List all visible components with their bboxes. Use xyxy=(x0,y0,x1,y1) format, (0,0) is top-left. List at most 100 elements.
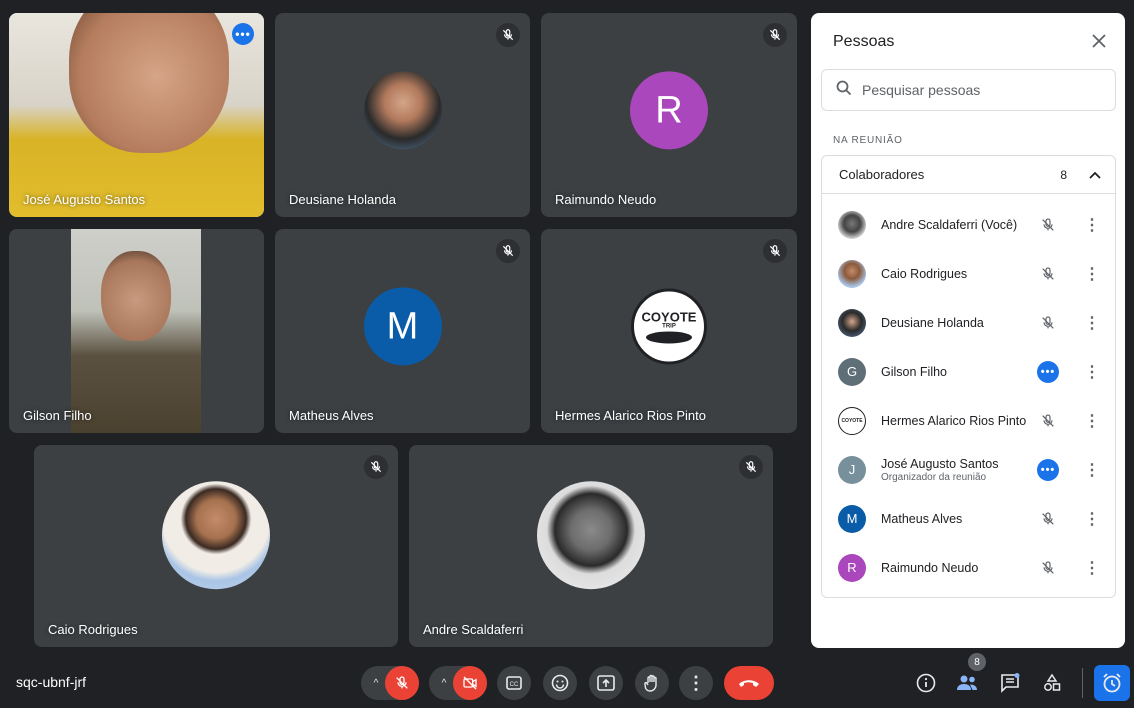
person-name: Gilson Filho xyxy=(881,364,947,379)
camera-control: ^ xyxy=(429,666,487,700)
more-vert-icon[interactable]: ⋮ xyxy=(1083,459,1101,481)
people-panel: Pessoas NA REUNIÃO Colaboradores 8 Andre… xyxy=(811,13,1125,648)
tile-deusiane-holanda[interactable]: Deusiane Holanda xyxy=(275,13,530,217)
list-item[interactable]: COYOTE Hermes Alarico Rios Pinto ⋮ xyxy=(822,396,1115,445)
captions-button[interactable]: CC xyxy=(497,666,531,700)
tile-name: Raimundo Neudo xyxy=(555,192,657,207)
search-box xyxy=(821,69,1116,111)
emoji-icon[interactable] xyxy=(543,666,577,700)
more-vert-icon[interactable]: ⋮ xyxy=(1083,410,1101,432)
collaborators-header[interactable]: Colaboradores 8 xyxy=(822,156,1115,194)
more-vert-icon[interactable]: ⋮ xyxy=(1083,557,1101,579)
info-icon[interactable] xyxy=(911,668,941,698)
letter-avatar: R xyxy=(838,553,866,582)
people-icon[interactable] xyxy=(952,668,982,698)
chevron-up-icon[interactable]: ^ xyxy=(435,678,453,689)
list-item[interactable]: G Gilson Filho ••• ⋮ xyxy=(822,347,1115,396)
tile-name: José Augusto Santos xyxy=(23,192,146,207)
more-vert-icon[interactable]: ⋮ xyxy=(1083,361,1101,383)
letter-avatar: G xyxy=(838,357,866,386)
person-role: Organizador da reunião xyxy=(881,471,987,483)
close-icon[interactable] xyxy=(1087,29,1111,53)
mic-off-icon xyxy=(1037,410,1059,432)
meeting-code: sqc-ubnf-jrf xyxy=(16,674,87,690)
participant-photo xyxy=(162,481,270,590)
tile-gilson-filho[interactable]: Gilson Filho xyxy=(9,229,264,433)
captions-icon[interactable]: CC xyxy=(497,666,531,700)
participant-video xyxy=(9,13,264,217)
list-item[interactable]: M Matheus Alves ⋮ xyxy=(822,494,1115,543)
activities-icon[interactable] xyxy=(1037,668,1067,698)
chat-icon[interactable] xyxy=(995,668,1025,698)
chevron-up-icon[interactable] xyxy=(1089,167,1101,182)
participant-photo xyxy=(363,71,442,150)
list-item[interactable]: Deusiane Holanda ⋮ xyxy=(822,298,1115,347)
svg-text:CC: CC xyxy=(510,682,519,688)
tile-name: Caio Rodrigues xyxy=(48,622,138,637)
coyote-logo: COYOTE xyxy=(838,406,866,435)
tile-jose-augusto-santos[interactable]: ••• José Augusto Santos xyxy=(9,13,264,217)
present-button[interactable] xyxy=(589,666,623,700)
person-name: Deusiane Holanda xyxy=(881,315,984,330)
hand-icon[interactable] xyxy=(635,666,669,700)
mic-off-icon xyxy=(1037,312,1059,334)
mic-off-icon xyxy=(1037,557,1059,579)
leave-call-button[interactable] xyxy=(724,666,774,700)
tile-hermes-alarico-rios-pinto[interactable]: COYOTE TRIP Hermes Alarico Rios Pinto xyxy=(541,229,797,433)
present-icon[interactable] xyxy=(589,666,623,700)
hang-up-icon[interactable] xyxy=(724,666,774,700)
tile-matheus-alves[interactable]: M Matheus Alves xyxy=(275,229,530,433)
letter-avatar: R xyxy=(630,71,708,150)
mic-off-icon xyxy=(1037,214,1059,236)
tile-name: Hermes Alarico Rios Pinto xyxy=(555,408,706,423)
person-name: Andre Scaldaferri (Você) xyxy=(881,217,1018,232)
more-vert-icon[interactable]: ⋮ xyxy=(1083,508,1101,530)
mic-off-icon xyxy=(1037,508,1059,530)
avatar xyxy=(838,259,866,288)
camera-toggle-button[interactable] xyxy=(453,666,487,700)
participant-video xyxy=(71,229,201,433)
mic-off-icon xyxy=(1037,263,1059,285)
more-vert-icon[interactable]: ⋮ xyxy=(1083,263,1101,285)
list-item[interactable]: Caio Rodrigues ⋮ xyxy=(822,249,1115,298)
letter-avatar: M xyxy=(363,287,442,366)
mic-off-icon xyxy=(364,455,388,479)
avatar xyxy=(838,210,866,239)
list-item[interactable]: Andre Scaldaferri (Você) ⋮ xyxy=(822,200,1115,249)
panel-title: Pessoas xyxy=(833,33,895,50)
tile-andre-scaldaferri[interactable]: Andre Scaldaferri xyxy=(409,445,773,647)
list-item[interactable]: R Raimundo Neudo ⋮ xyxy=(822,543,1115,592)
more-options-icon[interactable]: ••• xyxy=(232,23,254,45)
list-item[interactable]: J José Augusto Santos Organizador da reu… xyxy=(822,445,1115,494)
mic-off-icon xyxy=(739,455,763,479)
search-input[interactable] xyxy=(862,82,1102,98)
mic-off-icon xyxy=(763,239,787,263)
tile-name: Matheus Alves xyxy=(289,408,374,423)
person-name: José Augusto Santos xyxy=(881,456,999,471)
more-options-icon[interactable]: ••• xyxy=(1037,360,1059,383)
more-options-button[interactable]: ⋮ xyxy=(679,666,713,700)
mic-control: ^ xyxy=(361,666,419,700)
letter-avatar: J xyxy=(838,455,866,484)
host-controls-button[interactable] xyxy=(1094,665,1130,701)
tile-caio-rodrigues[interactable]: Caio Rodrigues xyxy=(34,445,398,647)
more-vert-icon[interactable]: ⋮ xyxy=(1083,312,1101,334)
tile-name: Andre Scaldaferri xyxy=(423,622,524,637)
mic-off-icon xyxy=(496,239,520,263)
reactions-button[interactable] xyxy=(543,666,577,700)
raise-hand-button[interactable] xyxy=(635,666,669,700)
tile-name: Deusiane Holanda xyxy=(289,192,396,207)
more-options-icon[interactable]: ••• xyxy=(1037,458,1059,481)
letter-avatar: M xyxy=(838,504,866,533)
avatar xyxy=(838,308,866,337)
tile-name: Gilson Filho xyxy=(23,408,92,423)
mic-toggle-button[interactable] xyxy=(385,666,419,700)
more-vert-icon[interactable]: ⋮ xyxy=(679,666,713,700)
person-name: Caio Rodrigues xyxy=(881,266,968,281)
tile-raimundo-neudo[interactable]: R Raimundo Neudo xyxy=(541,13,797,217)
mic-off-icon xyxy=(496,23,520,47)
group-count: 8 xyxy=(1060,167,1067,182)
more-vert-icon[interactable]: ⋮ xyxy=(1083,214,1101,236)
chevron-up-icon[interactable]: ^ xyxy=(367,678,385,689)
person-name: Matheus Alves xyxy=(881,511,963,526)
